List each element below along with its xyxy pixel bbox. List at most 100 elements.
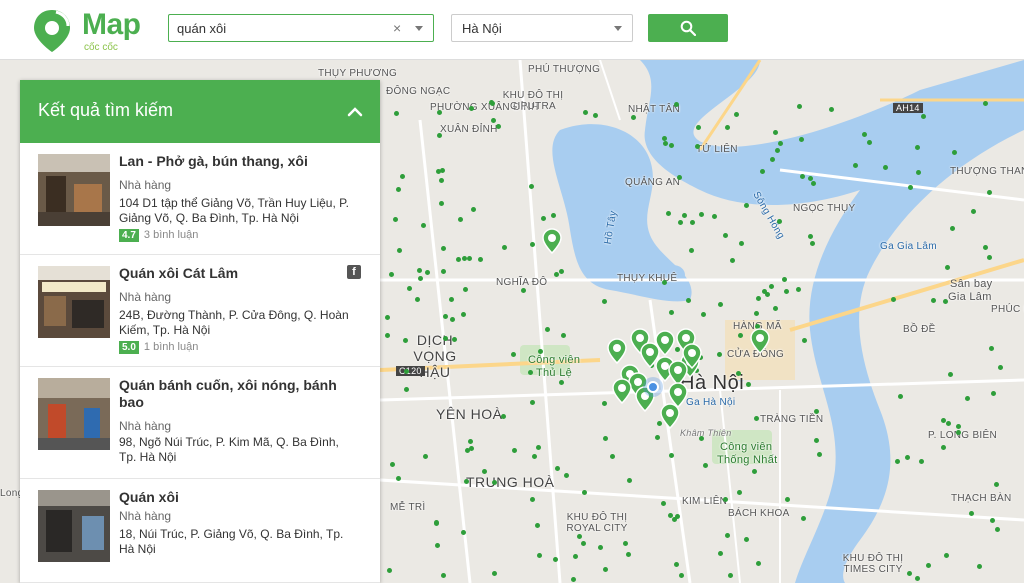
result-pin-icon[interactable] — [542, 228, 562, 254]
poi-dot[interactable] — [969, 511, 974, 516]
result-pin-icon[interactable] — [750, 328, 770, 354]
poi-dot[interactable] — [895, 459, 900, 464]
poi-dot[interactable] — [530, 400, 535, 405]
poi-dot[interactable] — [738, 333, 743, 338]
poi-dot[interactable] — [674, 562, 679, 567]
result-item[interactable]: Lan - Phở gà, bún thang, xôi Nhà hàng 10… — [20, 143, 380, 255]
poi-dot[interactable] — [994, 482, 999, 487]
poi-dot[interactable] — [991, 391, 996, 396]
poi-dot[interactable] — [581, 541, 586, 546]
poi-dot[interactable] — [916, 170, 921, 175]
poi-dot[interactable] — [799, 137, 804, 142]
poi-dot[interactable] — [561, 333, 566, 338]
poi-dot[interactable] — [946, 421, 951, 426]
poi-dot[interactable] — [436, 169, 441, 174]
poi-dot[interactable] — [555, 466, 560, 471]
chevron-down-icon[interactable] — [415, 26, 423, 31]
poi-dot[interactable] — [449, 297, 454, 302]
chevron-up-icon[interactable] — [346, 104, 364, 118]
poi-dot[interactable] — [682, 213, 687, 218]
poi-dot[interactable] — [441, 269, 446, 274]
poi-dot[interactable] — [387, 568, 392, 573]
poi-dot[interactable] — [723, 497, 728, 502]
poi-dot[interactable] — [699, 212, 704, 217]
poi-dot[interactable] — [441, 573, 446, 578]
poi-dot[interactable] — [956, 430, 961, 435]
poi-dot[interactable] — [943, 299, 948, 304]
poi-dot[interactable] — [553, 557, 558, 562]
poi-dot[interactable] — [971, 209, 976, 214]
poi-dot[interactable] — [663, 141, 668, 146]
poi-dot[interactable] — [926, 563, 931, 568]
poi-dot[interactable] — [808, 234, 813, 239]
poi-dot[interactable] — [915, 576, 920, 581]
poi-dot[interactable] — [941, 445, 946, 450]
poi-dot[interactable] — [492, 571, 497, 576]
result-item[interactable]: Quán xôi Cát Lâm f Nhà hàng 24B, Đường T… — [20, 255, 380, 367]
poi-dot[interactable] — [712, 214, 717, 219]
poi-dot[interactable] — [686, 298, 691, 303]
poi-dot[interactable] — [675, 514, 680, 519]
poi-dot[interactable] — [853, 163, 858, 168]
result-pin-icon[interactable] — [682, 343, 702, 369]
poi-dot[interactable] — [701, 312, 706, 317]
poi-dot[interactable] — [417, 268, 422, 273]
poi-dot[interactable] — [450, 317, 455, 322]
city-select[interactable]: Hà Nội — [451, 14, 633, 42]
poi-dot[interactable] — [545, 327, 550, 332]
poi-dot[interactable] — [679, 573, 684, 578]
poi-dot[interactable] — [965, 396, 970, 401]
poi-dot[interactable] — [898, 394, 903, 399]
poi-dot[interactable] — [919, 459, 924, 464]
poi-dot[interactable] — [796, 287, 801, 292]
poi-dot[interactable] — [752, 469, 757, 474]
poi-dot[interactable] — [811, 181, 816, 186]
poi-dot[interactable] — [778, 141, 783, 146]
result-title[interactable]: Quán xôi — [119, 489, 351, 506]
poi-dot[interactable] — [883, 165, 888, 170]
poi-dot[interactable] — [559, 269, 564, 274]
poi-dot[interactable] — [744, 537, 749, 542]
poi-dot[interactable] — [602, 299, 607, 304]
poi-dot[interactable] — [915, 145, 920, 150]
poi-dot[interactable] — [407, 286, 412, 291]
poi-dot[interactable] — [987, 190, 992, 195]
poi-dot[interactable] — [463, 287, 468, 292]
poi-dot[interactable] — [754, 416, 759, 421]
poi-dot[interactable] — [989, 346, 994, 351]
poi-dot[interactable] — [456, 257, 461, 262]
poi-dot[interactable] — [532, 454, 537, 459]
poi-dot[interactable] — [944, 553, 949, 558]
poi-dot[interactable] — [662, 280, 667, 285]
poi-dot[interactable] — [511, 352, 516, 357]
search-button[interactable] — [648, 14, 728, 42]
poi-dot[interactable] — [554, 272, 559, 277]
poi-dot[interactable] — [931, 298, 936, 303]
poi-dot[interactable] — [797, 104, 802, 109]
poi-dot[interactable] — [603, 436, 608, 441]
poi-dot[interactable] — [602, 401, 607, 406]
poi-dot[interactable] — [744, 203, 749, 208]
poi-dot[interactable] — [437, 110, 442, 115]
poi-dot[interactable] — [983, 101, 988, 106]
poi-dot[interactable] — [501, 414, 506, 419]
poi-dot[interactable] — [467, 256, 472, 261]
poi-dot[interactable] — [777, 219, 782, 224]
poi-dot[interactable] — [452, 337, 457, 342]
poi-dot[interactable] — [396, 187, 401, 192]
poi-dot[interactable] — [631, 115, 636, 120]
poi-dot[interactable] — [770, 157, 775, 162]
poi-dot[interactable] — [696, 125, 701, 130]
poi-dot[interactable] — [699, 436, 704, 441]
poi-dot[interactable] — [739, 241, 744, 246]
coccoc-map-logo[interactable]: Map cốc cốc — [32, 6, 152, 56]
poi-dot[interactable] — [512, 448, 517, 453]
current-location-icon[interactable] — [647, 381, 659, 393]
poi-dot[interactable] — [814, 409, 819, 414]
poi-dot[interactable] — [775, 148, 780, 153]
poi-dot[interactable] — [425, 270, 430, 275]
poi-dot[interactable] — [577, 534, 582, 539]
poi-dot[interactable] — [435, 543, 440, 548]
poi-dot[interactable] — [718, 302, 723, 307]
poi-dot[interactable] — [421, 223, 426, 228]
